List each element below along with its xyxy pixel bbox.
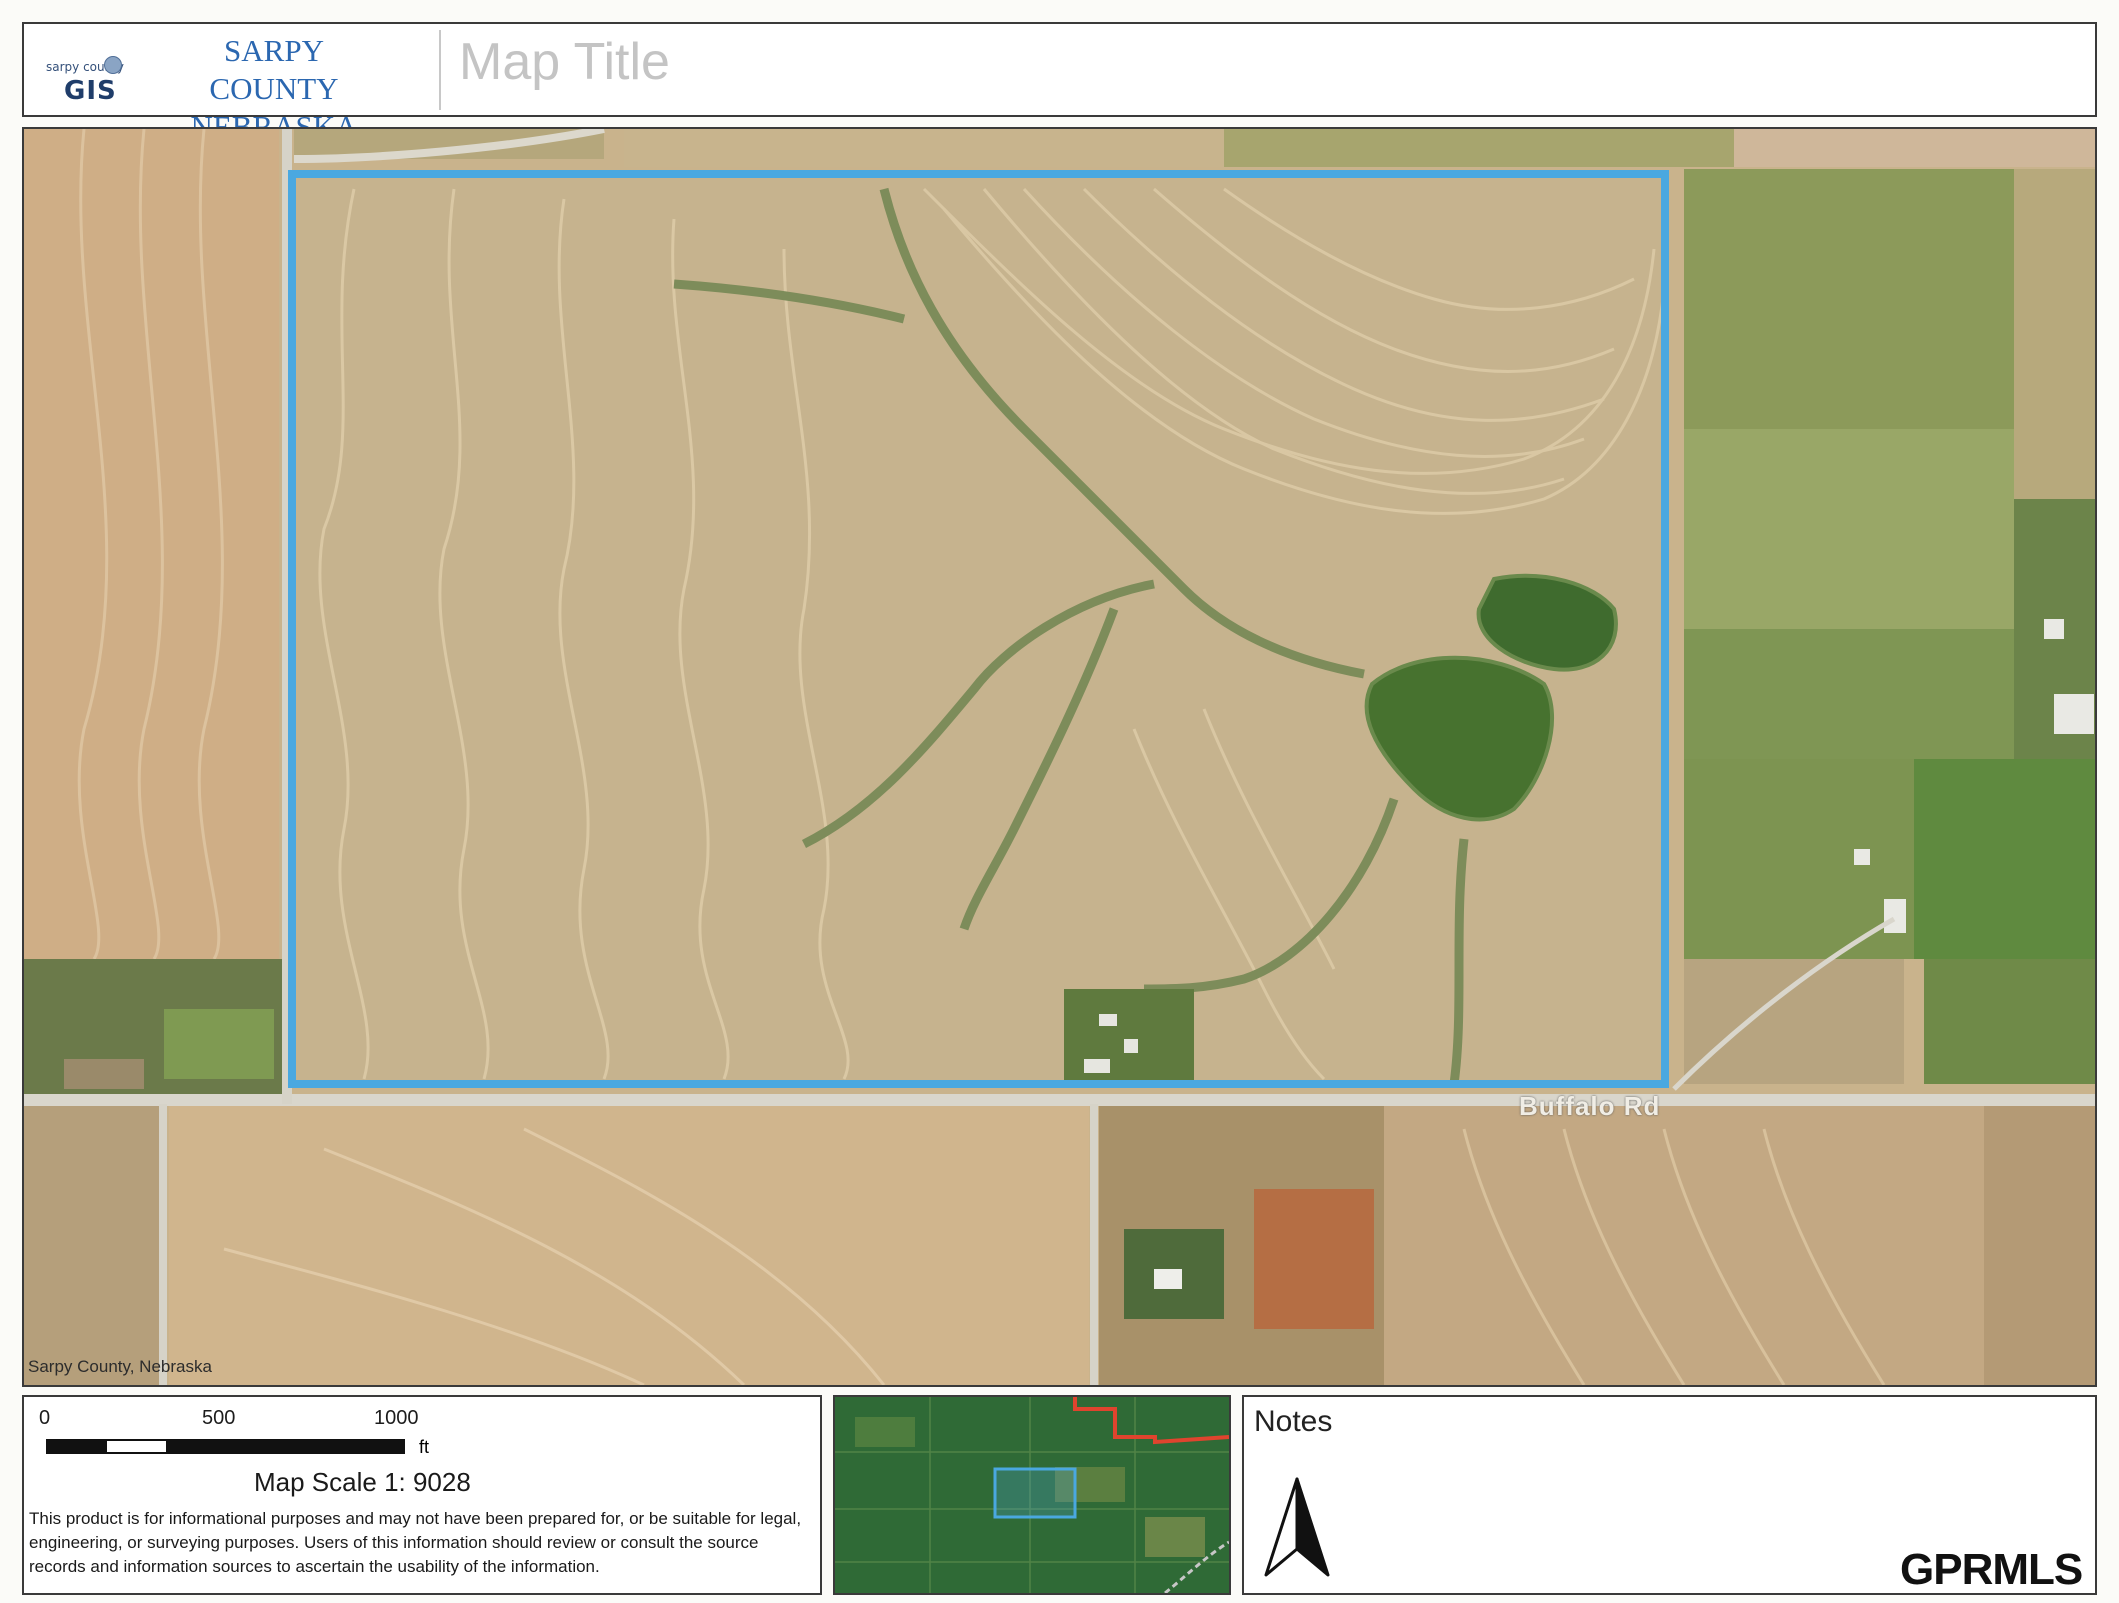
map-title: Map Title: [459, 33, 670, 91]
county-line-1: SARPY COUNTY: [209, 33, 339, 106]
scale-tick-1000: 1000: [374, 1407, 419, 1429]
scale-panel: 0 500 1000 ft Map Scale 1: 9028 This pro…: [22, 1395, 822, 1595]
scale-bar: [46, 1439, 405, 1454]
road-label: Buffalo Rd: [1519, 1091, 1661, 1121]
scale-tick-0: 0: [39, 1407, 51, 1429]
notes-title: Notes: [1254, 1405, 1333, 1438]
globe-icon: [104, 56, 122, 74]
scale-unit: ft: [419, 1437, 430, 1457]
sarpy-gis-logo: sarpy county GIS: [34, 36, 154, 116]
logo-gis-text: GIS: [64, 76, 117, 106]
overview-imagery: [835, 1397, 1229, 1593]
map-scale-text: Map Scale 1: 9028: [254, 1467, 471, 1497]
overview-parcel-marker: [993, 1467, 1077, 1519]
overview-map[interactable]: [833, 1395, 1231, 1595]
aerial-imagery: [24, 129, 2095, 1385]
gprmls-watermark: GPRMLS: [1900, 1545, 2083, 1594]
map-header: sarpy county GIS SARPY COUNTY NEBRASKA M…: [22, 22, 2097, 144]
aerial-map[interactable]: Buffalo Rd Sarpy County, Nebraska: [22, 127, 2097, 1387]
header-divider: [439, 30, 441, 110]
scale-tick-500: 500: [202, 1407, 236, 1429]
north-arrow-icon: [1264, 1477, 1330, 1577]
map-credit: Sarpy County, Nebraska: [28, 1357, 212, 1376]
disclaimer-text: This product is for informational purpos…: [29, 1509, 802, 1576]
